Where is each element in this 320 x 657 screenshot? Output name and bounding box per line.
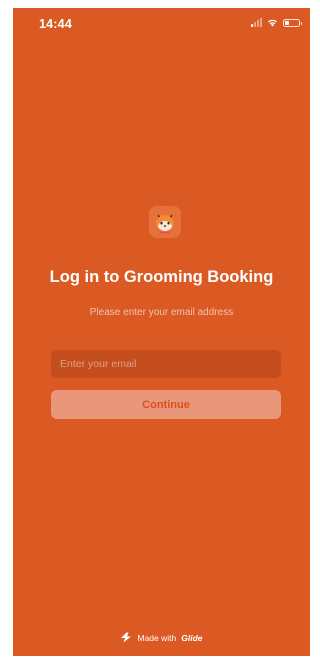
wifi-icon xyxy=(268,19,277,27)
battery-icon xyxy=(283,18,302,27)
continue-button[interactable]: Continue xyxy=(51,390,281,419)
status-bar: 14:44 xyxy=(13,8,310,42)
page-title: Log in to Grooming Booking xyxy=(49,268,274,286)
app-logo xyxy=(149,206,181,238)
status-icons xyxy=(251,18,302,27)
email-input[interactable] xyxy=(51,350,281,378)
fox-icon xyxy=(156,212,174,234)
glide-brand-label: Glide xyxy=(181,632,203,643)
made-with-label: Made with xyxy=(137,632,177,643)
cellular-signal-icon xyxy=(251,18,262,27)
app-screen: 14:44 Log in to Grooming Booking Please … xyxy=(13,8,310,656)
made-with-glide-link[interactable]: Made with Glide xyxy=(13,632,310,643)
status-time: 14:44 xyxy=(39,17,72,31)
glide-bolt-icon xyxy=(121,632,132,643)
battery-level xyxy=(285,20,289,25)
page-subtitle: Please enter your email address xyxy=(89,307,234,318)
